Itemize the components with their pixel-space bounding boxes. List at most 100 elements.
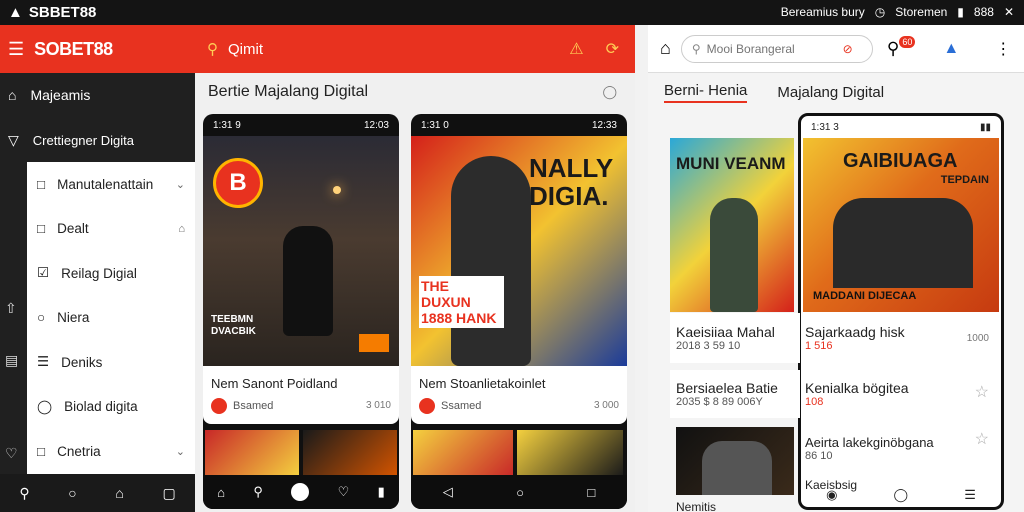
chat-icon: ◯ — [37, 398, 53, 414]
refresh-icon[interactable]: ⟳ — [606, 39, 619, 59]
drawer-item-label: Deniks — [61, 354, 103, 370]
doc-icon[interactable]: ▮ — [378, 484, 385, 500]
search-icon[interactable]: ⚲ — [887, 39, 899, 59]
chevron-down-icon: ⌄ — [175, 178, 185, 191]
row-left-sub: 2035 $ 8 89 006Y — [676, 396, 763, 408]
phone-navbar: ⌂ ⚲ ♡ ▮ — [203, 475, 399, 509]
overlay-row-2[interactable]: Aeirta lakekginöbgana 86 10 ☆ — [801, 423, 997, 473]
rider-figure — [283, 226, 333, 336]
poster-right-title: GAIBIUAGA — [843, 150, 958, 172]
sidebar-item-home[interactable]: ⌂ Majeamis — [0, 73, 195, 117]
tab-majalang[interactable]: Majalang Digital — [777, 84, 884, 101]
upload-icon[interactable]: ⇧ — [5, 300, 17, 317]
list-row-0[interactable]: Kaeisiiaa Mahal 2018 3 59 10 — [670, 313, 800, 363]
back-icon[interactable]: ◁ — [443, 484, 453, 500]
heart-icon[interactable]: ♡ — [5, 445, 18, 462]
close-icon[interactable]: ✕ — [1004, 5, 1014, 19]
tab-berni[interactable]: Berni- Henia — [664, 82, 748, 103]
phone-time: 1:31 9 — [213, 119, 241, 131]
thumb-performers[interactable] — [676, 427, 794, 495]
drawer-item-6[interactable]: □ Cnetria ⌄ — [27, 429, 195, 474]
notification-badge[interactable]: 60 — [899, 35, 916, 48]
card-title: Nem Stoanlietakoinlet — [419, 376, 546, 391]
book-icon[interactable]: ▤ — [5, 352, 18, 369]
star-icon[interactable]: ☆ — [975, 382, 989, 402]
performer-figures — [702, 441, 772, 495]
phone-battery: 12:33 — [591, 119, 617, 131]
man-figure — [710, 198, 758, 312]
star-icon[interactable]: ☆ — [975, 429, 989, 449]
poster-right-caption: MADDANI DIJECAA — [813, 290, 917, 302]
square-icon: □ — [37, 443, 46, 459]
home-icon[interactable]: ⌂ — [660, 38, 671, 59]
list-row-1[interactable]: Bersiaelea Batie 2035 $ 8 89 006Y — [670, 370, 800, 418]
drawer-item-5[interactable]: ◯ Biolad digita — [27, 385, 195, 430]
phone-card-1[interactable]: 1:31 9 12:03 B TEEBMN DVACBIK Nem Sanont… — [203, 114, 399, 509]
status-right: Bereamius bury ◷ Storemen ▮ 888 ✕ — [781, 5, 1014, 19]
page-title-text: Bertie Majalang Digital — [208, 83, 369, 100]
camera-icon[interactable]: ◉ — [826, 487, 837, 503]
status-bar: ▲ SBBET88 Bereamius bury ◷ Storemen ▮ 88… — [0, 0, 1024, 25]
menu-icon[interactable]: ☰ — [8, 39, 24, 60]
alert-icon[interactable]: ⚠ — [569, 39, 583, 59]
overlay-time: 1:31 3 — [811, 121, 839, 133]
row-left-sub: 2018 3 59 10 — [676, 340, 741, 352]
row-left-title: Kaeisiiaa Mahal — [676, 324, 775, 340]
clear-icon[interactable]: ⊘ — [843, 42, 853, 56]
search-bar[interactable]: ⚲ ⊘ — [680, 34, 873, 63]
drawer-item-label: Niera — [57, 310, 90, 326]
thumb-a — [205, 430, 299, 476]
overlay-row-0[interactable]: Sajarkaadg hisk 1 516 1000 — [801, 313, 997, 363]
sign-letter: B — [229, 169, 247, 196]
record-icon[interactable] — [291, 483, 310, 501]
bottom-nav: ⚲ ○ ⌂ ▢ — [0, 474, 195, 512]
recent-icon[interactable]: □ — [587, 485, 595, 500]
poster-left[interactable]: MUNI VEANM — [670, 138, 794, 312]
street-light — [333, 186, 341, 194]
home-circle-icon[interactable]: ◯ — [894, 487, 909, 503]
battery-icon: ▮ — [957, 5, 964, 19]
square-icon: □ — [37, 176, 46, 192]
search-icon[interactable]: ⚲ — [19, 485, 29, 502]
home-icon: ⌂ — [8, 87, 17, 103]
row-right-title: Sajarkaadg hisk — [805, 324, 905, 340]
square-icon[interactable]: ▢ — [162, 485, 175, 502]
row-right-sub: 108 — [805, 396, 824, 408]
menu-icon[interactable]: ☰ — [964, 487, 976, 503]
drawer-item-1[interactable]: □ Dealt ⌂ — [27, 207, 195, 252]
status-text-2: Storemen — [895, 5, 948, 19]
chat-icon[interactable]: ♡ — [338, 484, 350, 500]
overlay-status: 1:31 3 ▮▮ — [801, 116, 1001, 138]
app-root: ▲ SBBET88 Bereamius bury ◷ Storemen ▮ 88… — [0, 0, 1024, 512]
home-icon[interactable]: ⌂ — [217, 485, 225, 500]
row-right-sub: 86 10 — [805, 449, 833, 462]
phone-navbar: ◁ ○ □ — [411, 475, 627, 509]
home-circle-icon[interactable]: ○ — [516, 485, 524, 500]
toggle-icon[interactable]: ◯ — [602, 84, 617, 100]
overlay-row-1[interactable]: Kenialka bögitea 108 ☆ — [801, 370, 997, 418]
card-meta: Bsamed — [233, 400, 274, 412]
page-title: Bertie Majalang Digital ◯ — [195, 73, 635, 111]
search-icon[interactable]: ⚲ — [253, 484, 263, 500]
search-icon[interactable]: ⚲ — [207, 40, 218, 58]
circle-icon[interactable]: ○ — [68, 485, 76, 501]
drawer-item-2[interactable]: ☑ Reilag Digial — [27, 251, 195, 296]
drawer-item-0[interactable]: □ Manutalenattain ⌄ — [27, 162, 195, 207]
home-icon[interactable]: ⌂ — [115, 485, 123, 501]
phone-card-2[interactable]: 1:31 0 12:33 NALLY DIGIA. THE DUXUN 1888… — [411, 114, 627, 509]
drawer-item-4[interactable]: ☰ Deniks — [27, 340, 195, 385]
more-icon[interactable]: ⋮ — [995, 39, 1011, 59]
channel-avatar — [211, 398, 227, 414]
sidebar-item-digital[interactable]: ▽ Crettiegner Digita — [0, 117, 195, 163]
phone-battery: 12:03 — [363, 119, 389, 131]
middle-header: ⚲ Qimit ⚠ ⟳ — [195, 25, 635, 73]
poster-left-title: MUNI VEANM — [676, 154, 786, 173]
card-info-2: Nem Stoanlietakoinlet Ssamed 3 000 — [411, 366, 627, 424]
thumb-strip-2 — [411, 430, 627, 476]
phone-time: 1:31 0 — [421, 119, 449, 131]
middle-panel: ⚲ Qimit ⚠ ⟳ Bertie Majalang Digital ◯ 1:… — [195, 25, 635, 512]
bookmark-icon[interactable]: ▲ — [943, 40, 959, 58]
drawer-item-3[interactable]: ○ Niera — [27, 296, 195, 341]
search-input[interactable] — [706, 41, 837, 56]
status-brand: ▲ SBBET88 — [8, 4, 96, 21]
